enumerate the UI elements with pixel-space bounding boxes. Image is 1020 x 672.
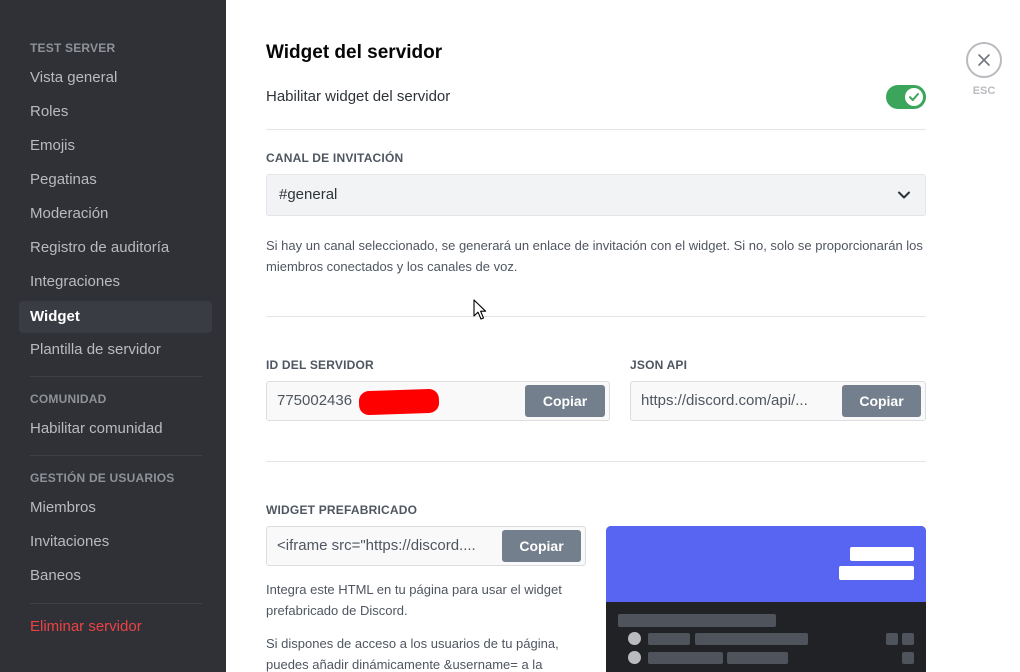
sidebar-item-bans[interactable]: Baneos (19, 560, 212, 592)
section-divider (266, 129, 926, 130)
section-divider (266, 316, 926, 317)
redaction-mark (358, 388, 440, 416)
sidebar-header-community: COMUNIDAD (30, 392, 107, 406)
sidebar-separator (30, 603, 202, 604)
widget-preview-header (606, 526, 926, 602)
premade-widget-value: <iframe src="https://discord.... (277, 537, 476, 554)
premade-widget-field[interactable]: <iframe src="https://discord.... Copiar (266, 526, 586, 566)
page-title: Widget del servidor (266, 42, 443, 63)
widget-preview-placeholder (902, 633, 914, 645)
invite-channel-help: Si hay un canal seleccionado, se generar… (266, 238, 923, 274)
check-icon (909, 93, 919, 101)
sidebar-separator (30, 455, 202, 456)
esc-label: ESC (972, 85, 996, 97)
copy-json-api-button[interactable]: Copiar (842, 385, 921, 417)
sidebar-item-roles[interactable]: Roles (19, 96, 212, 128)
widget-preview-placeholder (902, 652, 914, 664)
sidebar-item-members[interactable]: Miembros (19, 492, 212, 524)
server-id-field[interactable]: 775002436 Copiar (266, 381, 610, 421)
enable-widget-label: Habilitar widget del servidor (266, 88, 451, 105)
copy-server-id-button[interactable]: Copiar (525, 385, 605, 417)
widget-preview-placeholder (648, 652, 723, 664)
sidebar-header-users: GESTIÓN DE USUARIOS (30, 471, 175, 485)
mouse-cursor-icon (473, 299, 487, 320)
widget-preview-placeholder (648, 633, 690, 645)
server-id-label: ID DEL SERVIDOR (266, 358, 374, 372)
widget-preview-placeholder (618, 614, 776, 627)
widget-preview-placeholder (727, 652, 788, 664)
premade-widget-description-2: Si dispones de acceso a los usuarios de … (266, 636, 559, 672)
widget-settings-panel: Widget del servidor Habilitar widget del… (226, 0, 1020, 672)
enable-widget-toggle[interactable] (886, 85, 926, 109)
widget-preview-placeholder (695, 633, 808, 645)
sidebar-item-invites[interactable]: Invitaciones (19, 526, 212, 558)
section-divider (266, 461, 926, 462)
widget-preview-placeholder (850, 547, 914, 561)
sidebar-item-enable-community[interactable]: Habilitar comunidad (19, 413, 212, 445)
json-api-field[interactable]: https://discord.com/api/... Copiar (630, 381, 926, 421)
json-api-value: https://discord.com/api/... (641, 392, 808, 409)
invite-channel-select[interactable]: #general (266, 174, 926, 216)
sidebar-item-widget[interactable]: Widget (19, 301, 212, 333)
widget-preview-avatar (628, 651, 641, 664)
invite-channel-value: #general (279, 186, 338, 203)
copy-premade-widget-button[interactable]: Copiar (502, 530, 581, 562)
chevron-down-icon (898, 191, 910, 199)
sidebar-item-audit-log[interactable]: Registro de auditoría (19, 232, 212, 264)
close-icon (978, 54, 990, 66)
premade-widget-label: WIDGET PREFABRICADO (266, 503, 418, 517)
sidebar-separator (30, 376, 202, 377)
sidebar-item-overview[interactable]: Vista general (19, 62, 212, 94)
widget-preview-body (606, 602, 926, 672)
widget-preview-placeholder (886, 633, 898, 645)
settings-sidebar: TEST SERVER Vista general Roles Emojis P… (0, 0, 226, 672)
server-id-value: 775002436 (277, 392, 353, 409)
sidebar-item-moderation[interactable]: Moderación (19, 198, 212, 230)
sidebar-item-integrations[interactable]: Integraciones (19, 266, 212, 298)
sidebar-item-stickers[interactable]: Pegatinas (19, 164, 212, 196)
sidebar-item-template[interactable]: Plantilla de servidor (19, 334, 212, 366)
json-api-label: JSON API (630, 358, 688, 372)
invite-channel-label: CANAL DE INVITACIÓN (266, 151, 404, 165)
close-button[interactable] (966, 42, 1002, 78)
widget-preview-placeholder (839, 566, 914, 580)
sidebar-header-server: TEST SERVER (30, 41, 116, 55)
sidebar-item-delete-server[interactable]: Eliminar servidor (19, 611, 212, 643)
premade-widget-description: Integra este HTML en tu página para usar… (266, 582, 562, 618)
sidebar-item-emojis[interactable]: Emojis (19, 130, 212, 162)
widget-preview-avatar (628, 632, 641, 645)
widget-preview (606, 526, 926, 672)
toggle-knob (905, 88, 923, 106)
